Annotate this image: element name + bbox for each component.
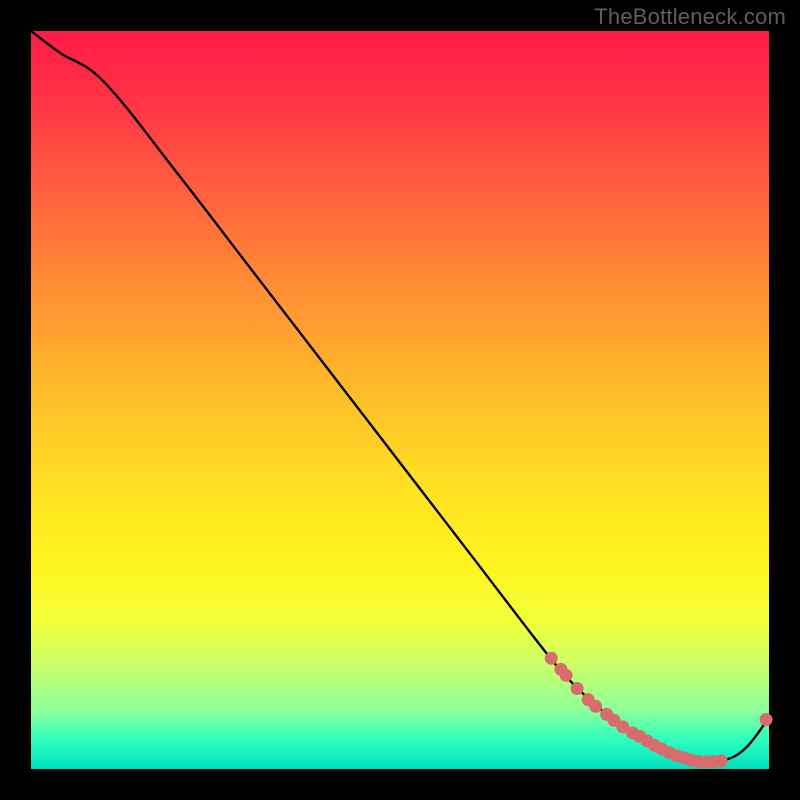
chart-svg [31, 31, 769, 769]
data-dot [545, 652, 558, 665]
data-dot [715, 754, 728, 767]
data-dots [545, 652, 773, 769]
data-dot [571, 682, 584, 695]
data-dot [760, 713, 773, 726]
bottleneck-curve [31, 31, 769, 762]
watermark-text: TheBottleneck.com [594, 4, 786, 30]
data-dot [589, 700, 602, 713]
data-dot [560, 669, 573, 682]
